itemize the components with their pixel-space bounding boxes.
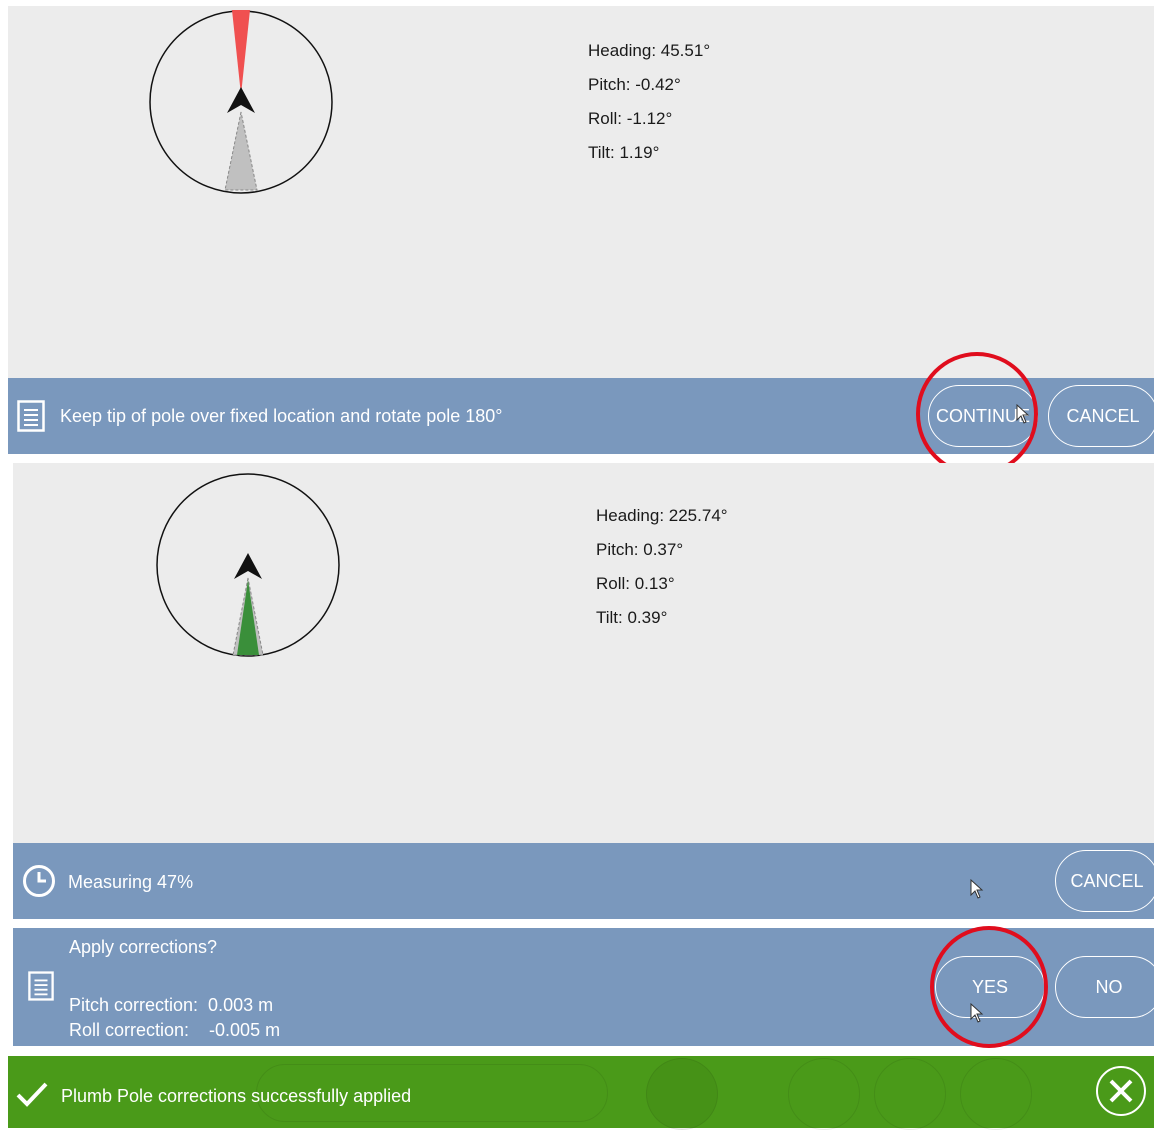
close-button[interactable] <box>1096 1066 1146 1116</box>
success-notification-bar: Plumb Pole corrections successfully appl… <box>8 1056 1154 1130</box>
pitch-correction-text: Pitch correction: 0.003 m <box>69 995 274 1015</box>
compass-panel-bottom: Heading: 225.74° Pitch: 0.37° Roll: 0.13… <box>13 463 1154 843</box>
compass-panel-top: Heading: 45.51° Pitch: -0.42° Roll: -1.1… <box>8 6 1154 378</box>
checkmark-icon <box>16 1082 48 1107</box>
cancel-button[interactable]: CANCEL <box>1048 385 1154 447</box>
close-icon <box>1109 1079 1133 1103</box>
direction-arrow <box>234 553 262 579</box>
clock-icon <box>23 865 55 897</box>
roll-value: Roll: -1.12° <box>588 109 673 128</box>
roll-value: Roll: 0.13° <box>596 574 675 593</box>
pitch-value: Pitch: -0.42° <box>588 75 681 94</box>
tilt-value: Tilt: 0.39° <box>596 608 668 627</box>
measuring-status-text: Measuring 47% <box>68 872 194 892</box>
mouse-cursor-icon <box>970 879 984 899</box>
no-button[interactable]: NO <box>1055 956 1154 1018</box>
cancel-button[interactable]: CANCEL <box>1055 850 1154 912</box>
compass-dial-bottom <box>156 473 340 657</box>
mouse-cursor-icon <box>1016 404 1030 424</box>
measuring-bar: Measuring 47% CANCEL <box>13 843 1154 919</box>
cancel-label: CANCEL <box>1066 405 1140 426</box>
heading-value: Heading: 45.51° <box>588 41 711 60</box>
heading-value: Heading: 225.74° <box>596 506 728 525</box>
compass-dial-top <box>149 10 333 194</box>
success-message: Plumb Pole corrections successfully appl… <box>61 1086 412 1106</box>
instruction-bar: Keep tip of pole over fixed location and… <box>8 378 1154 454</box>
mouse-cursor-icon <box>970 1003 984 1023</box>
orientation-readout-top: Heading: 45.51° Pitch: -0.42° Roll: -1.1… <box>588 34 710 170</box>
pitch-value: Pitch: 0.37° <box>596 540 684 559</box>
background-button <box>788 1058 860 1130</box>
yes-label: YES <box>971 976 1009 997</box>
apply-corrections-question: Apply corrections? <box>69 937 218 957</box>
roll-correction-text: Roll correction: -0.005 m <box>69 1020 281 1040</box>
no-label: NO <box>1095 976 1123 997</box>
background-button <box>646 1058 718 1130</box>
heading-wedge-red <box>232 10 250 95</box>
orientation-readout-bottom: Heading: 225.74° Pitch: 0.37° Roll: 0.13… <box>596 499 728 635</box>
tilt-value: Tilt: 1.19° <box>588 143 660 162</box>
direction-arrow <box>227 87 255 113</box>
document-icon <box>17 400 45 432</box>
background-button <box>960 1058 1032 1130</box>
document-icon <box>28 971 54 1001</box>
yes-button[interactable]: YES <box>935 956 1045 1018</box>
tilt-wedge-grey <box>224 111 258 191</box>
cancel-label: CANCEL <box>1070 870 1144 891</box>
instruction-text: Keep tip of pole over fixed location and… <box>60 406 503 426</box>
apply-corrections-bar: Apply corrections? Pitch correction: 0.0… <box>13 928 1154 1046</box>
background-button <box>874 1058 946 1130</box>
